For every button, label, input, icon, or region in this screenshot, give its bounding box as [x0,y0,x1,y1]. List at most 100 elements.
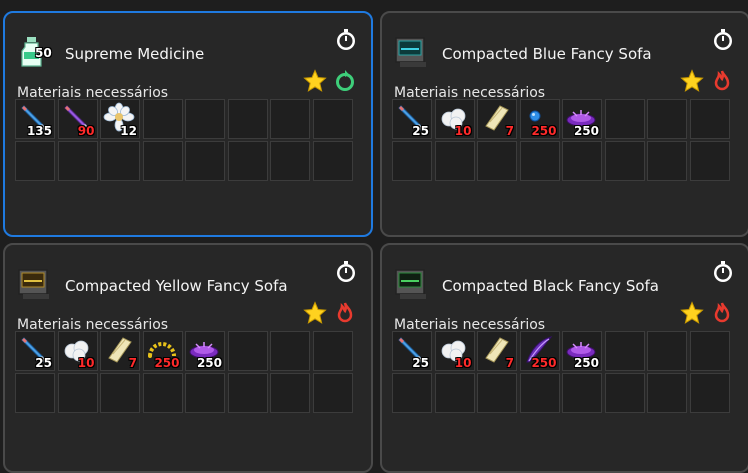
empty-slot [477,373,517,413]
material-slot[interactable]: 250 [142,331,183,371]
empty-slot [57,141,98,181]
empty-slot [185,99,225,139]
empty-slot [57,373,98,413]
empty-slot [604,331,645,371]
empty-slot [519,373,560,413]
empty-slot [142,99,183,139]
material-slot[interactable]: 90 [57,99,98,139]
material-slot[interactable]: 250 [519,99,560,139]
stopwatch-icon [337,261,355,282]
material-qty: 135 [26,124,52,138]
materials-grid: 25 10 7 250 250 [15,331,355,413]
empty-slot [185,141,225,181]
empty-slot [142,141,183,181]
recipe-card-yellow-sofa[interactable]: Compacted Yellow Fancy Sofa Materiais ne… [3,243,373,473]
empty-slot [562,373,602,413]
empty-slot [434,373,475,413]
material-slot[interactable]: 25 [392,99,432,139]
empty-slot [392,141,432,181]
favorite-star-icon[interactable] [303,69,327,93]
empty-slot [392,373,432,413]
empty-slot [312,141,353,181]
empty-slot [312,331,353,371]
recipe-card-supreme-medicine[interactable]: 50 Supreme Medicine Materiais necessário… [3,11,373,237]
material-slot[interactable]: 250 [185,331,225,371]
empty-slot [604,373,645,413]
fire-icon [337,302,353,323]
empty-slot [689,331,730,371]
recycle-icon [336,70,354,91]
stopwatch-icon [714,261,732,282]
material-qty: 250 [531,124,557,138]
material-slot[interactable]: 7 [477,99,517,139]
material-qty: 10 [454,356,472,370]
recipe-title: Compacted Black Fancy Sofa [442,277,659,295]
empty-slot [647,141,687,181]
material-qty: 25 [412,124,429,138]
empty-slot [227,373,268,413]
recipe-card-blue-sofa[interactable]: Compacted Blue Fancy Sofa Materiais nece… [380,11,748,237]
material-slot[interactable]: 7 [100,331,140,371]
material-slot[interactable]: 250 [519,331,560,371]
stopwatch-icon [337,29,355,50]
empty-slot [604,99,645,139]
empty-slot [312,99,353,139]
empty-slot [100,373,140,413]
empty-slot [477,141,517,181]
material-slot[interactable]: 10 [434,99,475,139]
material-qty: 12 [120,124,137,138]
fire-icon [714,302,730,323]
materials-grid: 135 90 12 [15,99,355,181]
material-qty: 7 [505,356,514,370]
material-slot[interactable]: 12 [100,99,140,139]
empty-slot [647,331,687,371]
empty-slot [185,373,225,413]
empty-slot [647,99,687,139]
empty-slot [270,373,310,413]
result-count: 50 [35,46,52,60]
empty-slot [227,331,268,371]
material-qty: 7 [128,356,137,370]
material-slot[interactable]: 25 [392,331,432,371]
empty-slot [604,141,645,181]
empty-slot [312,373,353,413]
recipe-title: Compacted Blue Fancy Sofa [442,45,652,63]
materials-grid: 25 10 7 250 250 [392,99,732,181]
materials-grid: 25 10 7 250 250 [392,331,732,413]
material-qty: 250 [154,356,180,370]
material-slot[interactable]: 7 [477,331,517,371]
recipe-title: Compacted Yellow Fancy Sofa [65,277,288,295]
empty-slot [689,99,730,139]
favorite-star-icon[interactable] [680,69,704,93]
stopwatch-icon [714,29,732,50]
yellow-sofa-icon [18,269,49,299]
favorite-star-icon[interactable] [680,301,704,325]
material-qty: 25 [35,356,52,370]
material-slot[interactable]: 25 [15,331,55,371]
material-qty: 250 [573,356,599,370]
empty-slot [227,141,268,181]
material-qty: 10 [77,356,95,370]
empty-slot [647,373,687,413]
empty-slot [519,141,560,181]
material-slot[interactable]: 10 [57,331,98,371]
empty-slot [270,141,310,181]
empty-slot [562,141,602,181]
material-slot[interactable]: 135 [15,99,55,139]
material-slot[interactable]: 10 [434,331,475,371]
recipe-title: Supreme Medicine [65,45,205,63]
empty-slot [142,373,183,413]
blue-sofa-icon [395,37,426,67]
fire-icon [714,70,730,91]
material-slot[interactable]: 250 [562,99,602,139]
empty-slot [270,99,310,139]
empty-slot [434,141,475,181]
empty-slot [270,331,310,371]
empty-slot [689,373,730,413]
material-qty: 10 [454,124,472,138]
favorite-star-icon[interactable] [303,301,327,325]
empty-slot [15,141,55,181]
material-slot[interactable]: 250 [562,331,602,371]
recipe-card-black-sofa[interactable]: Compacted Black Fancy Sofa Materiais nec… [380,243,748,473]
material-qty: 250 [573,124,599,138]
